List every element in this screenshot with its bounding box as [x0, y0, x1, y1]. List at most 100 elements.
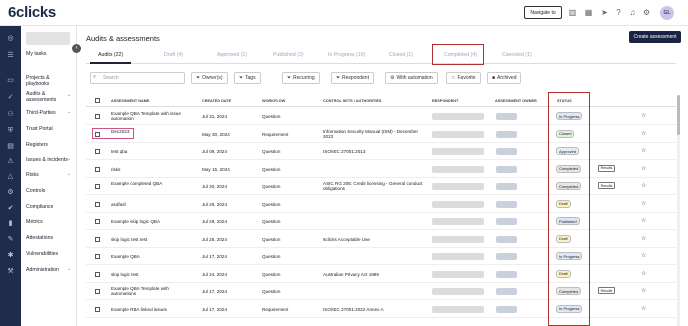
assessment-name[interactable]: Example QBA [111, 254, 183, 259]
sidebar-item-metrics[interactable]: Metrics [26, 219, 43, 225]
row-checkbox[interactable] [95, 201, 100, 207]
row-checkbox[interactable] [95, 219, 100, 224]
tab-draft[interactable]: Draft (4) [164, 52, 183, 58]
favorite-star-icon[interactable]: ☆ [641, 130, 646, 137]
assessment-name[interactable]: risks [111, 167, 183, 172]
tab-in-progress[interactable]: In Progress (10) [328, 52, 365, 58]
row-checkbox[interactable] [95, 306, 100, 312]
metrics-icon[interactable]: ▮ [6, 219, 15, 228]
tab-published[interactable]: Published (2) [273, 52, 304, 58]
respondent-filter-button[interactable]: ⏷ Respondent [331, 72, 374, 84]
col-workflow[interactable]: WORKFLOW [262, 99, 285, 103]
row-checkbox[interactable] [95, 254, 100, 259]
favorite-star-icon[interactable]: ☆ [641, 252, 646, 259]
app-logo[interactable]: 6clicks [8, 4, 56, 21]
issues-icon[interactable]: ⚠ [6, 157, 15, 166]
results-button[interactable]: Results [598, 164, 615, 172]
favorite-filter-button[interactable]: ☆ Favorite [446, 72, 481, 84]
assessment-name[interactable]: Example QBA Template with issue automati… [111, 111, 183, 122]
favorite-star-icon[interactable]: ☆ [641, 305, 646, 312]
favorite-star-icon[interactable]: ☆ [641, 270, 646, 277]
chevron-down-icon[interactable]: ⌄ [67, 171, 71, 177]
favorite-star-icon[interactable]: ☆ [641, 287, 646, 294]
registers-icon[interactable]: ▤ [6, 142, 15, 151]
search-input[interactable]: Search [90, 72, 185, 84]
attestations-icon[interactable]: ✎ [6, 235, 15, 244]
row-checkbox[interactable] [95, 271, 100, 277]
risks-icon[interactable]: △ [6, 172, 15, 181]
sidebar-item-risks[interactable]: Risks [26, 172, 39, 178]
tab-canceled[interactable]: Canceled (1) [502, 52, 532, 58]
favorite-star-icon[interactable]: ☆ [641, 165, 646, 172]
row-checkbox[interactable] [95, 149, 100, 154]
favorite-star-icon[interactable]: ☆ [641, 147, 646, 154]
chevron-down-icon[interactable]: ⌄ [67, 109, 71, 115]
controls-icon[interactable]: ⚙ [6, 188, 15, 197]
third-parties-icon[interactable]: ⚇ [6, 110, 15, 119]
chevron-down-icon[interactable]: ⌄ [67, 92, 71, 98]
building-icon[interactable]: ▥ [568, 8, 577, 17]
tab-approved[interactable]: Approved (1) [217, 52, 247, 58]
bell-icon[interactable]: ♫ [628, 8, 637, 17]
assessment-name[interactable]: skip logic test [111, 272, 183, 277]
archived-filter-button[interactable]: ■ Archived [487, 72, 522, 84]
favorite-star-icon[interactable]: ☆ [641, 112, 646, 119]
sidebar-item-registers[interactable]: Registers [26, 142, 48, 148]
administration-icon[interactable]: ⚒ [6, 267, 15, 276]
assessment-name[interactable]: asdfasf [111, 202, 183, 207]
col-created-date[interactable]: CREATED DATE [202, 99, 231, 103]
tasks-icon[interactable]: ☰ [6, 51, 15, 60]
chevron-down-icon[interactable]: ⌄ [67, 156, 71, 162]
create-assessment-button[interactable]: Create assessment [629, 31, 681, 43]
sidebar-item-compliance[interactable]: Compliance [26, 204, 53, 210]
col-assessment-owner[interactable]: ASSESSMENT OWNER [495, 99, 537, 103]
sidebar-item-third-parties[interactable]: Third-Parties [26, 110, 56, 116]
favorite-star-icon[interactable]: ☆ [641, 200, 646, 207]
assessment-name[interactable]: Example completed QBA [111, 181, 183, 186]
row-checkbox[interactable] [95, 184, 100, 189]
help-icon[interactable]: ? [614, 8, 623, 17]
col-assessment-name[interactable]: ASSESSMENT NAME [111, 99, 149, 103]
assessment-name[interactable]: Example RBA linked issues [111, 307, 183, 312]
sidebar-item-issues[interactable]: Issues & incidents [26, 157, 68, 163]
select-all-checkbox[interactable] [95, 98, 100, 103]
col-control-sets[interactable]: CONTROL SETS / AUTHORITIES [323, 99, 381, 103]
sidebar-item-vulnerabilities[interactable]: Vulnerabilities [26, 251, 58, 257]
sidebar-item-projects[interactable]: Projects & playbooks [26, 75, 66, 87]
owners-filter-button[interactable]: ⏷ Owner(s) [191, 72, 228, 84]
compliance-icon[interactable]: ✔ [6, 204, 15, 213]
vulnerabilities-icon[interactable]: ✱ [6, 251, 15, 260]
trust-portal-icon[interactable]: ⛨ [6, 126, 15, 135]
tab-audits[interactable]: Audits (22) [89, 52, 132, 64]
col-respondent[interactable]: RESPONDENT [432, 99, 458, 103]
chevron-down-icon[interactable]: ⌄ [67, 266, 71, 272]
avatar[interactable]: GL [660, 6, 674, 20]
home-icon[interactable]: ◎ [6, 34, 15, 43]
sidebar-item-attestations[interactable]: Attestations [26, 235, 53, 241]
sidebar-item-controls[interactable]: Controls [26, 188, 45, 194]
recurring-filter-button[interactable]: ⏷ Recurring [282, 72, 320, 84]
results-button[interactable]: Results [598, 182, 615, 189]
row-checkbox[interactable] [95, 236, 100, 242]
navigate-to-button[interactable]: Navigate to [524, 6, 562, 19]
row-checkbox[interactable] [95, 289, 100, 294]
audits-icon[interactable]: ✓ [6, 93, 15, 102]
sidebar-item-audits[interactable]: Audits & assessments [26, 91, 64, 103]
assessment-name[interactable]: Example QBA Template with automations [111, 286, 183, 297]
assessment-name[interactable]: Example skip logic QBA [111, 219, 183, 224]
projects-icon[interactable]: ▭ [6, 76, 15, 85]
row-checkbox[interactable] [95, 166, 100, 172]
tab-closed[interactable]: Closed (1) [389, 52, 413, 58]
sidebar-item-administration[interactable]: Administration [26, 267, 59, 273]
grid-icon[interactable]: ▦ [584, 8, 593, 17]
scrollbar-thumb[interactable] [677, 95, 680, 135]
settings-icon[interactable]: ⚙ [642, 8, 651, 17]
row-checkbox[interactable] [95, 114, 100, 119]
sidebar-item-my-tasks[interactable]: My tasks [26, 51, 46, 57]
assessment-name[interactable]: test qba [111, 149, 183, 154]
assessment-name[interactable]: skip logic test test [111, 237, 183, 242]
tags-filter-button[interactable]: ⏷ Tags [234, 72, 261, 84]
org-selector[interactable] [26, 32, 70, 45]
send-icon[interactable]: ➤ [600, 8, 609, 17]
sidebar-item-trust-portal[interactable]: Trust Portal [26, 126, 53, 132]
